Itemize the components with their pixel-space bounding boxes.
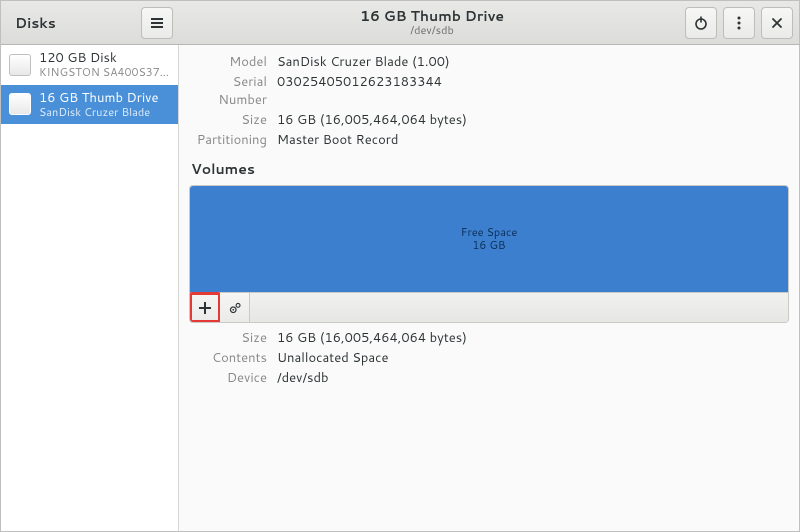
- thumb-drive-icon: [9, 93, 31, 115]
- window-close-button[interactable]: [761, 7, 793, 39]
- value-vol-contents: Unallocated Space: [277, 349, 789, 367]
- value-vol-size: 16 GB (16,005,464,064 bytes): [277, 329, 789, 347]
- volume-free-space[interactable]: Free Space 16 GB: [190, 186, 788, 292]
- hamburger-menu-icon: [149, 15, 165, 31]
- app-menu-button[interactable]: [141, 7, 173, 39]
- value-vol-device: /dev/sdb: [277, 369, 789, 387]
- gears-icon: [228, 301, 242, 315]
- drive-device-path: /dev/sdb: [410, 24, 454, 36]
- disks-window: Disks 16 GB Thumb Drive /dev/sdb: [0, 0, 800, 532]
- disk-item[interactable]: 16 GB Thumb Drive SanDisk Cruzer Blade: [1, 85, 178, 125]
- volume-details-grid: Size 16 GB (16,005,464,064 bytes) Conten…: [189, 329, 789, 387]
- close-icon: [770, 16, 784, 30]
- headerbar-right: [685, 7, 799, 39]
- volume-size: 16 GB: [472, 239, 505, 252]
- disk-item-sub: SanDisk Cruzer Blade: [39, 106, 158, 119]
- create-partition-button[interactable]: [190, 293, 220, 322]
- app-title: Disks: [15, 13, 133, 33]
- body: 120 GB Disk KINGSTON SA400S37120G 16 GB …: [1, 45, 799, 531]
- volumes-section-title: Volumes: [191, 159, 789, 179]
- drive-options-button[interactable]: [723, 7, 755, 39]
- drive-info-grid: Model SanDisk Cruzer Blade (1.00) Serial…: [189, 53, 789, 149]
- disk-list-sidebar: 120 GB Disk KINGSTON SA400S37120G 16 GB …: [1, 45, 179, 531]
- headerbar: Disks 16 GB Thumb Drive /dev/sdb: [1, 1, 799, 45]
- value-serial: 03025405012623183344: [277, 73, 789, 109]
- label-model: Model: [189, 53, 267, 71]
- disk-item[interactable]: 120 GB Disk KINGSTON SA400S37120G: [1, 45, 178, 85]
- value-model: SanDisk Cruzer Blade (1.00): [277, 53, 789, 71]
- additional-partition-options-button[interactable]: [220, 293, 250, 322]
- value-size: 16 GB (16,005,464,064 bytes): [277, 111, 789, 129]
- headerbar-left: Disks: [1, 7, 179, 39]
- label-partitioning: Partitioning: [189, 131, 267, 149]
- disk-drive-icon: [9, 54, 31, 76]
- volumes-box: Free Space 16 GB: [189, 185, 789, 323]
- plus-icon: [197, 300, 213, 316]
- headerbar-center: 16 GB Thumb Drive /dev/sdb: [179, 9, 685, 36]
- kebab-menu-icon: [731, 15, 747, 31]
- power-icon: [693, 15, 709, 31]
- disk-item-sub: KINGSTON SA400S37120G: [39, 66, 170, 79]
- value-partitioning: Master Boot Record: [277, 131, 789, 149]
- label-vol-contents: Contents: [189, 349, 267, 367]
- disk-item-name: 16 GB Thumb Drive: [39, 91, 158, 106]
- label-serial: Serial Number: [189, 73, 267, 109]
- label-vol-size: Size: [189, 329, 267, 347]
- power-off-drive-button[interactable]: [685, 7, 717, 39]
- disk-item-name: 120 GB Disk: [39, 51, 170, 66]
- label-vol-device: Device: [189, 369, 267, 387]
- volumes-toolbar: [190, 292, 788, 322]
- main-pane: Model SanDisk Cruzer Blade (1.00) Serial…: [179, 45, 799, 531]
- label-size: Size: [189, 111, 267, 129]
